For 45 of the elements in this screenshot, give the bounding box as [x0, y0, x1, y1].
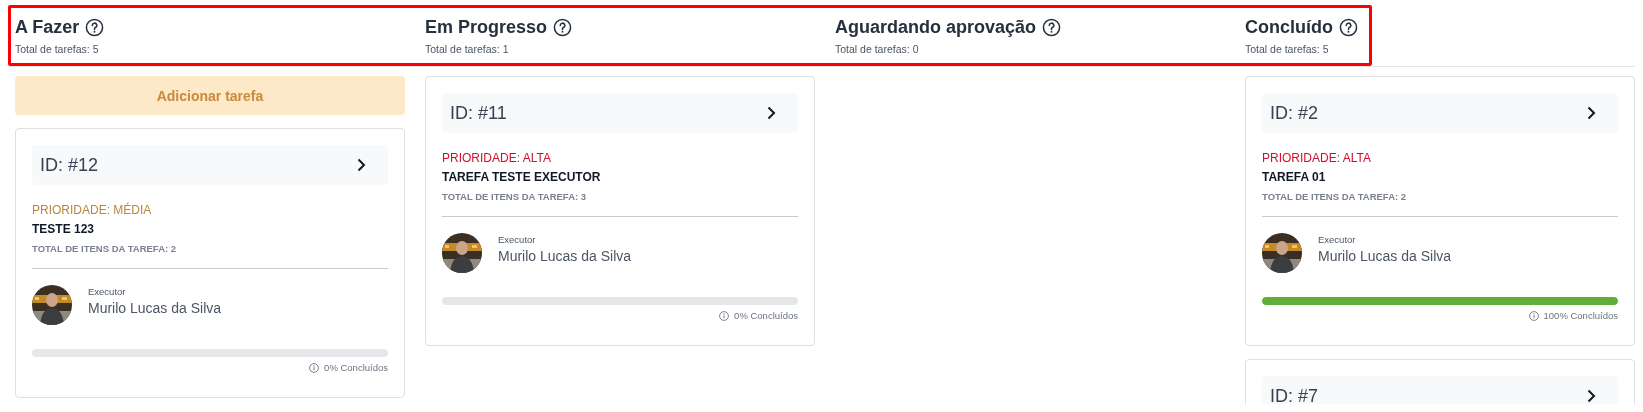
info-icon [1528, 310, 1539, 321]
card-header[interactable]: ID: #2 [1262, 93, 1618, 133]
column-title: Concluído [1245, 16, 1333, 38]
task-count: Total de tarefas: 5 [1245, 42, 1330, 55]
task-name: TAREFA 01 [1262, 170, 1327, 184]
info-icon [719, 310, 730, 321]
role-label: Executor [88, 286, 127, 297]
task-name: TAREFA TESTE EXECUTOR [442, 170, 602, 184]
person-name: Murilo Lucas da Silva [498, 248, 632, 264]
chevron-right-icon[interactable] [767, 106, 776, 120]
items-count: TOTAL DE ITENS DA TAREFA: 2 [1262, 191, 1408, 202]
help-icon[interactable] [1042, 17, 1062, 37]
column-title: Aguardando aprovação [835, 16, 1037, 38]
items-count: TOTAL DE ITENS DA TAREFA: 3 [442, 191, 588, 202]
task-name: TESTE 123 [32, 222, 96, 236]
help-icon[interactable] [1339, 17, 1358, 37]
role-label: Executor [498, 234, 537, 245]
items-count: TOTAL DE ITENS DA TAREFA: 2 [32, 243, 178, 254]
task-count: Total de tarefas: 1 [425, 42, 510, 55]
priority-label: PRIORIDADE: MÉDIA [32, 203, 153, 217]
column-title: Em Progresso [425, 16, 548, 38]
person-name: Murilo Lucas da Silva [88, 300, 222, 316]
progress-label: 0% Concluídos [734, 310, 798, 321]
task-count: Total de tarefas: 0 [835, 42, 920, 55]
chevron-right-icon[interactable] [1587, 389, 1596, 403]
card-header[interactable]: ID: #11 [442, 93, 798, 133]
help-icon[interactable] [553, 17, 573, 37]
column-title: A Fazer [15, 16, 80, 38]
person-name: Murilo Lucas da Silva [1318, 248, 1452, 264]
card-header[interactable]: ID: #7 [1262, 376, 1618, 404]
task-id: ID: #2 [1270, 102, 1319, 124]
card-header[interactable]: ID: #12 [32, 145, 388, 185]
chevron-right-icon[interactable] [357, 158, 366, 172]
priority-label: PRIORIDADE: ALTA [1262, 151, 1372, 165]
role-label: Executor [1318, 234, 1357, 245]
task-id: ID: #12 [40, 154, 99, 176]
progress-label: 100% Concluídos [1543, 310, 1618, 321]
help-icon[interactable] [85, 17, 105, 37]
task-id: ID: #11 [450, 102, 507, 124]
task-count: Total de tarefas: 5 [15, 42, 100, 55]
task-id: ID: #7 [1270, 385, 1319, 404]
chevron-right-icon[interactable] [1587, 106, 1596, 120]
priority-label: PRIORIDADE: ALTA [442, 151, 552, 165]
progress-label: 0% Concluídos [324, 362, 388, 373]
info-icon [309, 362, 320, 373]
